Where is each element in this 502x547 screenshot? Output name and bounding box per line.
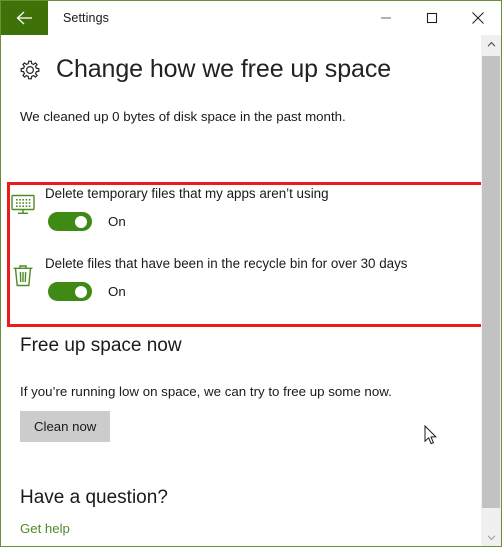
scroll-down-button[interactable]: [481, 528, 501, 546]
setting-toggle-line: On: [48, 212, 481, 231]
toggle-switch-recycle-bin[interactable]: [48, 282, 92, 301]
setting-body: Delete temporary files that my apps aren…: [45, 181, 481, 231]
setting-row: Delete files that have been in the recyc…: [1, 251, 481, 301]
close-button[interactable]: [455, 1, 501, 35]
maximize-button[interactable]: [409, 1, 455, 35]
scrollbar-track[interactable]: [481, 53, 501, 528]
setting-body: Delete files that have been in the recyc…: [45, 251, 481, 301]
free-up-space-section: Free up space now If you’re running low …: [1, 335, 481, 442]
toggle-state-label: On: [108, 214, 126, 229]
back-button[interactable]: [1, 1, 48, 35]
clean-now-button[interactable]: Clean now: [20, 411, 111, 442]
free-up-space-heading: Free up space now: [20, 335, 182, 356]
minimize-icon: [380, 12, 392, 24]
settings-content: Change how we free up space We cleaned u…: [1, 35, 481, 546]
gear-icon: [18, 58, 42, 82]
recycle-bin-icon: [11, 263, 35, 301]
scrollbar-thumb[interactable]: [482, 56, 500, 508]
window-title: Settings: [63, 11, 109, 25]
page-title: Change how we free up space: [56, 55, 392, 83]
vertical-scrollbar[interactable]: [481, 35, 501, 546]
title-bar: Settings: [1, 1, 501, 35]
back-arrow-icon: [15, 10, 35, 26]
question-heading: Have a question?: [20, 487, 168, 508]
toggle-switch-temp-files[interactable]: [48, 212, 92, 231]
setting-label: Delete temporary files that my apps aren…: [45, 186, 329, 201]
page-subtitle: We cleaned up 0 bytes of disk space in t…: [20, 109, 346, 124]
window-controls: [363, 1, 501, 35]
minimize-button[interactable]: [363, 1, 409, 35]
setting-icon-wrap: [1, 181, 45, 231]
toggle-knob: [75, 215, 87, 228]
scroll-down-arrow-icon: [487, 534, 496, 541]
scroll-up-button[interactable]: [481, 35, 501, 53]
setting-label: Delete files that have been in the recyc…: [45, 256, 408, 271]
setting-row: Delete temporary files that my apps aren…: [1, 181, 481, 231]
setting-icon-wrap: [1, 251, 45, 301]
settings-window: Settings Change how we free up space We …: [0, 0, 502, 547]
maximize-icon: [426, 12, 438, 24]
page-body: Change how we free up space We cleaned u…: [1, 35, 501, 546]
toggle-knob: [75, 285, 87, 298]
monitor-icon: [10, 193, 36, 231]
page-header: Change how we free up space: [1, 35, 481, 84]
setting-toggle-line: On: [48, 282, 481, 301]
question-section: Have a question? Get help: [1, 487, 481, 538]
scroll-up-arrow-icon: [487, 41, 496, 48]
get-help-link[interactable]: Get help: [1, 521, 70, 536]
toggle-state-label: On: [108, 284, 126, 299]
close-icon: [471, 11, 485, 25]
free-up-space-description: If you’re running low on space, we can t…: [20, 384, 392, 399]
